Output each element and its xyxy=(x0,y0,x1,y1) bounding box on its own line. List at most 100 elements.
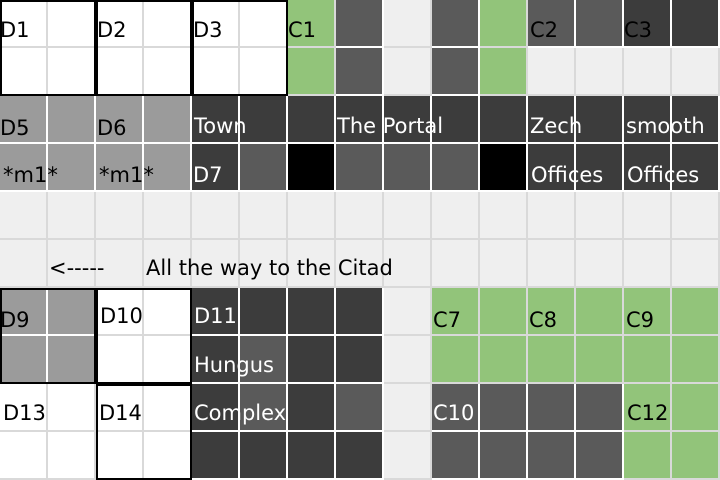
map-cell xyxy=(384,192,432,240)
map-cell xyxy=(192,432,240,480)
map-cell xyxy=(192,192,240,240)
map-cell xyxy=(672,384,720,432)
map-cell xyxy=(432,192,480,240)
map-cell xyxy=(48,96,96,144)
map-cell xyxy=(240,0,288,48)
map-cell xyxy=(384,48,432,96)
label-d11: D11 xyxy=(194,304,237,328)
label-d1: D1 xyxy=(0,18,30,42)
label-citadel-path: All the way to the Citad xyxy=(146,256,393,280)
map-cell xyxy=(624,192,672,240)
label-c3: C3 xyxy=(624,18,653,42)
map-cell xyxy=(96,336,144,384)
map-cell xyxy=(0,48,48,96)
map-cell xyxy=(672,0,720,48)
map-cell xyxy=(336,336,384,384)
map-cell xyxy=(144,288,192,336)
map-cell xyxy=(672,288,720,336)
map-cell xyxy=(480,336,528,384)
label-c8: C8 xyxy=(529,308,558,332)
label-arrow: <----- xyxy=(49,256,105,280)
map-cell xyxy=(576,432,624,480)
label-c10: C10 xyxy=(433,401,475,425)
map-cell xyxy=(288,336,336,384)
label-d10: D10 xyxy=(100,304,143,328)
label-d6: D6 xyxy=(97,116,127,140)
map-cell xyxy=(288,384,336,432)
label-d14: D14 xyxy=(99,401,142,425)
map-cell xyxy=(576,384,624,432)
label-d7: D7 xyxy=(193,163,223,187)
map-cell xyxy=(480,192,528,240)
block-map: Town The Portal Zech smooth D1 D2 D3 C1 … xyxy=(0,0,720,480)
map-cell xyxy=(48,0,96,48)
map-cell xyxy=(528,432,576,480)
label-zech: Zech xyxy=(530,114,583,138)
map-cell xyxy=(576,336,624,384)
map-cell xyxy=(96,192,144,240)
label-d5: D5 xyxy=(0,116,30,140)
map-cell xyxy=(384,336,432,384)
map-cell xyxy=(336,432,384,480)
map-cell xyxy=(240,288,288,336)
map-cell xyxy=(336,192,384,240)
map-cell xyxy=(624,240,672,288)
map-cell xyxy=(480,432,528,480)
label-c1: C1 xyxy=(288,18,317,42)
map-cell xyxy=(336,48,384,96)
map-cell xyxy=(336,0,384,48)
label-m1-a: *m1* xyxy=(3,163,58,187)
map-cell xyxy=(96,432,144,480)
map-cell xyxy=(576,0,624,48)
map-cell xyxy=(144,336,192,384)
map-cell xyxy=(48,336,96,384)
label-hungus: Hungus xyxy=(194,353,274,377)
label-c7: C7 xyxy=(433,308,462,332)
label-offices-1: Offices xyxy=(531,163,604,187)
map-cell xyxy=(336,384,384,432)
map-cell xyxy=(288,96,336,144)
map-cell xyxy=(672,336,720,384)
map-cell xyxy=(288,144,336,192)
map-cell xyxy=(528,336,576,384)
map-cell xyxy=(144,0,192,48)
map-cell xyxy=(48,288,96,336)
map-cell xyxy=(672,48,720,96)
label-town: Town xyxy=(194,114,247,138)
label-c9: C9 xyxy=(626,308,655,332)
map-cell xyxy=(240,432,288,480)
map-cell xyxy=(576,48,624,96)
map-cell xyxy=(384,288,432,336)
map-cell xyxy=(288,48,336,96)
map-cell xyxy=(288,192,336,240)
map-cell xyxy=(576,240,624,288)
map-cell xyxy=(240,192,288,240)
map-cell xyxy=(144,48,192,96)
label-d9: D9 xyxy=(0,308,30,332)
map-cell xyxy=(144,96,192,144)
map-cell xyxy=(240,96,288,144)
label-complex: Complex xyxy=(194,401,287,425)
map-cell xyxy=(432,144,480,192)
map-cell xyxy=(144,384,192,432)
map-cell xyxy=(480,144,528,192)
map-cell xyxy=(384,144,432,192)
map-cell xyxy=(48,48,96,96)
map-cell xyxy=(480,240,528,288)
map-cell xyxy=(144,432,192,480)
map-cell xyxy=(480,48,528,96)
map-cell xyxy=(432,240,480,288)
map-cell xyxy=(672,432,720,480)
map-cell xyxy=(288,432,336,480)
map-cell xyxy=(528,192,576,240)
map-cell xyxy=(384,384,432,432)
map-cell xyxy=(624,432,672,480)
map-cell xyxy=(480,96,528,144)
map-cell xyxy=(624,336,672,384)
map-cell xyxy=(0,336,48,384)
label-c12: C12 xyxy=(627,401,669,425)
map-cell xyxy=(528,48,576,96)
map-cell xyxy=(192,48,240,96)
map-cell xyxy=(528,240,576,288)
map-cell xyxy=(480,288,528,336)
